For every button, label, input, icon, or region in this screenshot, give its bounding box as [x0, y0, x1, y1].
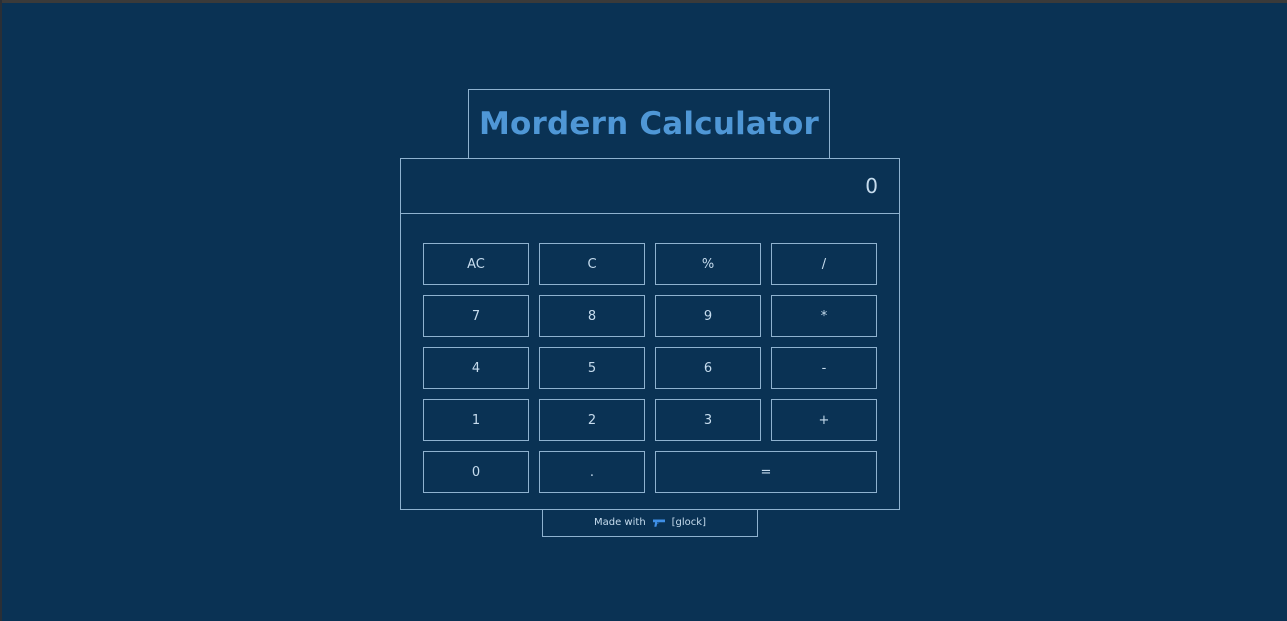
key-0[interactable]: 0 [423, 451, 529, 493]
key-9[interactable]: 9 [655, 295, 761, 337]
key-decimal[interactable]: . [539, 451, 645, 493]
calculator-display: 0 [401, 159, 899, 214]
calculator-body: 0 AC C % / 7 8 9 * 4 5 6 - 1 2 3 + 0 . = [400, 158, 900, 510]
key-6[interactable]: 6 [655, 347, 761, 389]
key-5[interactable]: 5 [539, 347, 645, 389]
footer-credit: Made with [glock] [542, 509, 758, 537]
window-top-edge [0, 0, 1287, 3]
window-left-edge [0, 0, 2, 621]
key-equals[interactable]: = [655, 451, 877, 493]
author-link[interactable]: [glock] [672, 517, 706, 528]
key-8[interactable]: 8 [539, 295, 645, 337]
key-all-clear[interactable]: AC [423, 243, 529, 285]
key-add[interactable]: + [771, 399, 877, 441]
pistol-icon [652, 518, 666, 528]
key-7[interactable]: 7 [423, 295, 529, 337]
key-subtract[interactable]: - [771, 347, 877, 389]
key-2[interactable]: 2 [539, 399, 645, 441]
key-multiply[interactable]: * [771, 295, 877, 337]
key-clear[interactable]: C [539, 243, 645, 285]
display-value: 0 [865, 174, 878, 198]
title-panel: Mordern Calculator [468, 89, 830, 158]
made-with-label: Made with [594, 517, 646, 528]
key-1[interactable]: 1 [423, 399, 529, 441]
key-divide[interactable]: / [771, 243, 877, 285]
key-3[interactable]: 3 [655, 399, 761, 441]
key-4[interactable]: 4 [423, 347, 529, 389]
keypad: AC C % / 7 8 9 * 4 5 6 - 1 2 3 + 0 . = [423, 243, 877, 493]
app-title: Mordern Calculator [478, 106, 820, 142]
key-percent[interactable]: % [655, 243, 761, 285]
